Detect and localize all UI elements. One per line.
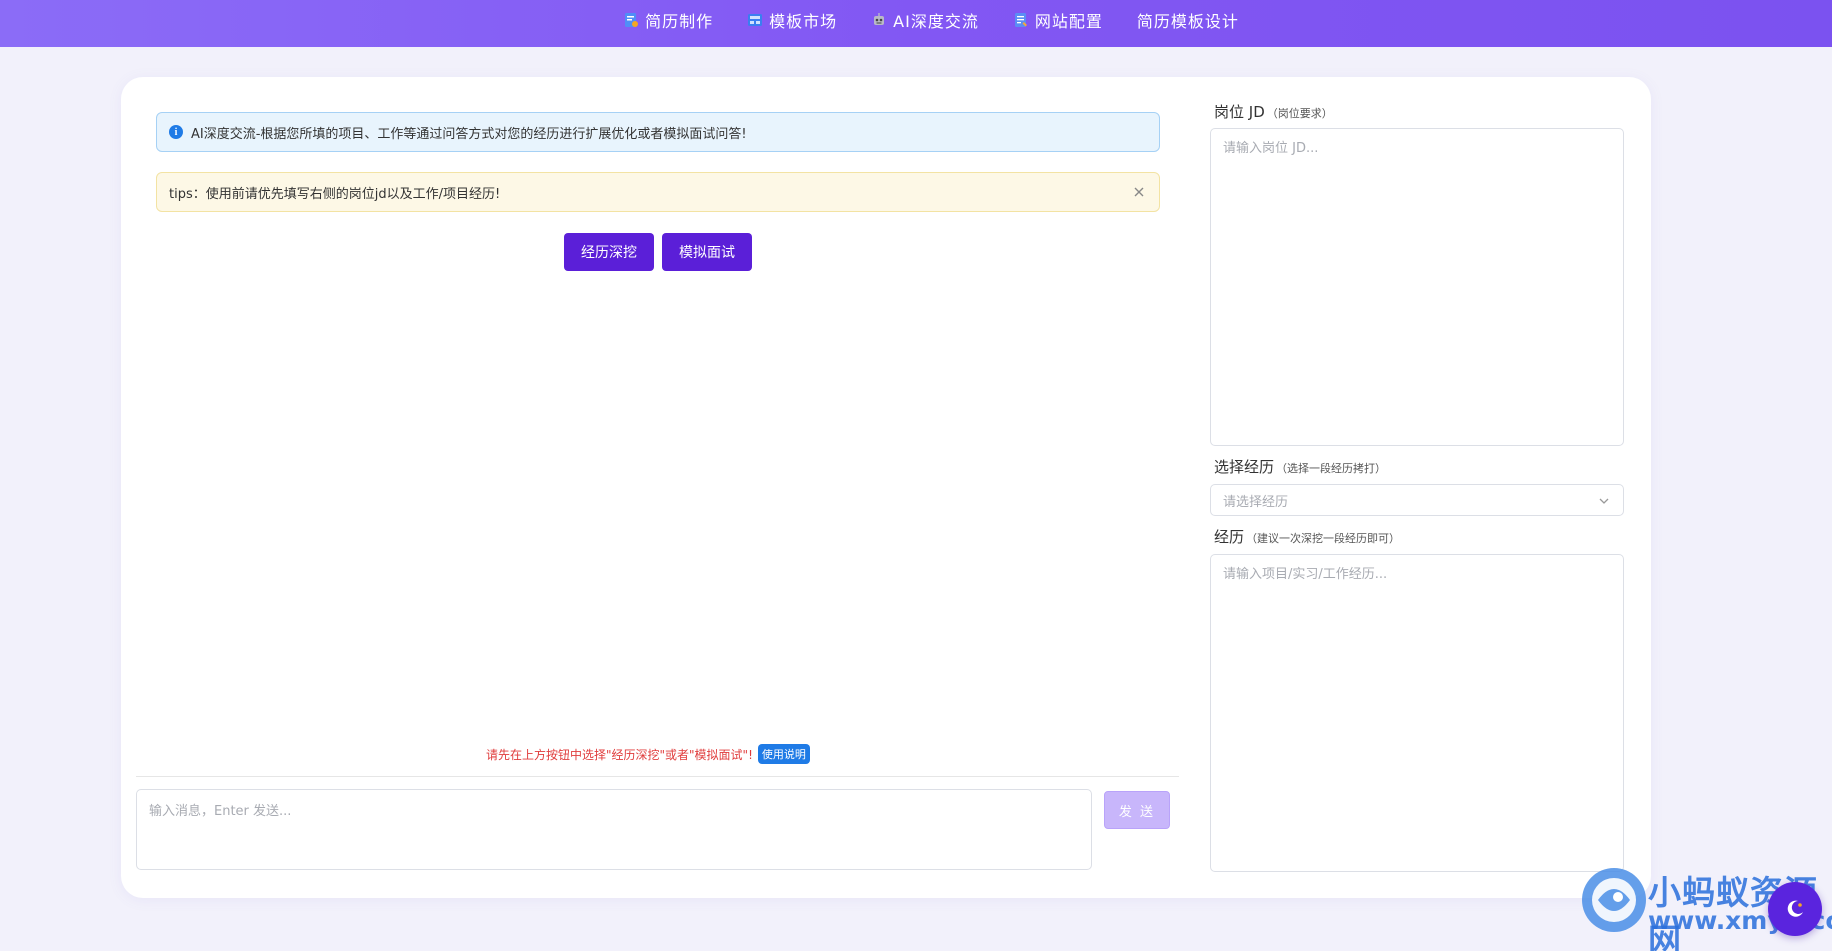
theme-toggle-button[interactable]: [1768, 882, 1822, 936]
experience-input[interactable]: [1210, 554, 1624, 872]
select-label-sub: （选择一段经历拷打）: [1276, 462, 1387, 475]
send-button[interactable]: 发 送: [1104, 791, 1170, 829]
info-alert: i AI深度交流-根据您所填的项目、工作等通过问答方式对您的经历进行扩展优化或者…: [156, 112, 1160, 152]
moon-icon: [1787, 900, 1803, 917]
nav-item-ai-chat[interactable]: AI深度交流: [871, 8, 979, 32]
nav-item-label: 简历模板设计: [1136, 12, 1239, 31]
info-alert-text: AI深度交流-根据您所填的项目、工作等通过问答方式对您的经历进行扩展优化或者模拟…: [191, 126, 747, 142]
nav-item-label: 网站配置: [1034, 12, 1103, 31]
nav-item-resume[interactable]: 简历制作: [623, 8, 713, 32]
chevron-down-icon: [1597, 493, 1611, 507]
jd-input[interactable]: [1210, 128, 1624, 446]
experience-select[interactable]: 请选择经历: [1210, 484, 1624, 516]
mode-hint: 请先在上方按钮中选择"经历深挖"或者"模拟面试"! 使用说明: [486, 744, 810, 764]
nav-item-label: 模板市场: [769, 12, 838, 31]
experience-dig-button[interactable]: 经历深挖: [564, 233, 654, 271]
template-icon: [747, 12, 763, 28]
nav-menu: 简历制作 模板市场 AI深度交流 网站配置 简历模板设计: [623, 8, 1239, 32]
select-label: 选择经历 （选择一段经历拷打）: [1214, 456, 1386, 477]
hint-text: 请先在上方按钮中选择"经历深挖"或者"模拟面试"!: [486, 747, 753, 762]
tips-alert-text: tips：使用前请优先填写右侧的岗位jd以及工作/项目经历!: [169, 186, 501, 202]
experience-label-sub: （建议一次深挖一段经历即可）: [1246, 532, 1401, 545]
mode-buttons: 经历深挖 模拟面试: [564, 233, 752, 271]
select-placeholder: 请选择经历: [1223, 494, 1289, 510]
usage-guide-button[interactable]: 使用说明: [757, 744, 810, 764]
nav-item-template-design[interactable]: 简历模板设计: [1137, 8, 1239, 32]
config-icon: [1013, 12, 1029, 28]
mock-interview-button[interactable]: 模拟面试: [662, 233, 752, 271]
jd-label-sub: （岗位要求）: [1266, 107, 1333, 120]
nav-item-templates[interactable]: 模板市场: [747, 8, 837, 32]
main-card: i AI深度交流-根据您所填的项目、工作等通过问答方式对您的经历进行扩展优化或者…: [121, 77, 1651, 898]
experience-label-text: 经历: [1214, 528, 1245, 546]
jd-label-text: 岗位 JD: [1214, 103, 1265, 121]
chat-input[interactable]: [136, 789, 1092, 870]
divider: [136, 776, 1179, 777]
resume-icon: [623, 12, 639, 28]
nav-item-label: 简历制作: [645, 12, 714, 31]
top-nav: 简历制作 模板市场 AI深度交流 网站配置 简历模板设计: [0, 0, 1832, 47]
experience-label: 经历 （建议一次深挖一段经历即可）: [1214, 526, 1400, 547]
jd-label: 岗位 JD （岗位要求）: [1214, 101, 1333, 122]
info-icon: i: [169, 125, 183, 139]
nav-item-site-config[interactable]: 网站配置: [1013, 8, 1103, 32]
nav-item-label: AI深度交流: [893, 12, 979, 31]
tips-alert: tips：使用前请优先填写右侧的岗位jd以及工作/项目经历!: [156, 172, 1160, 212]
close-icon[interactable]: [1131, 184, 1147, 200]
select-label-text: 选择经历: [1214, 458, 1275, 476]
robot-icon: [871, 12, 887, 28]
